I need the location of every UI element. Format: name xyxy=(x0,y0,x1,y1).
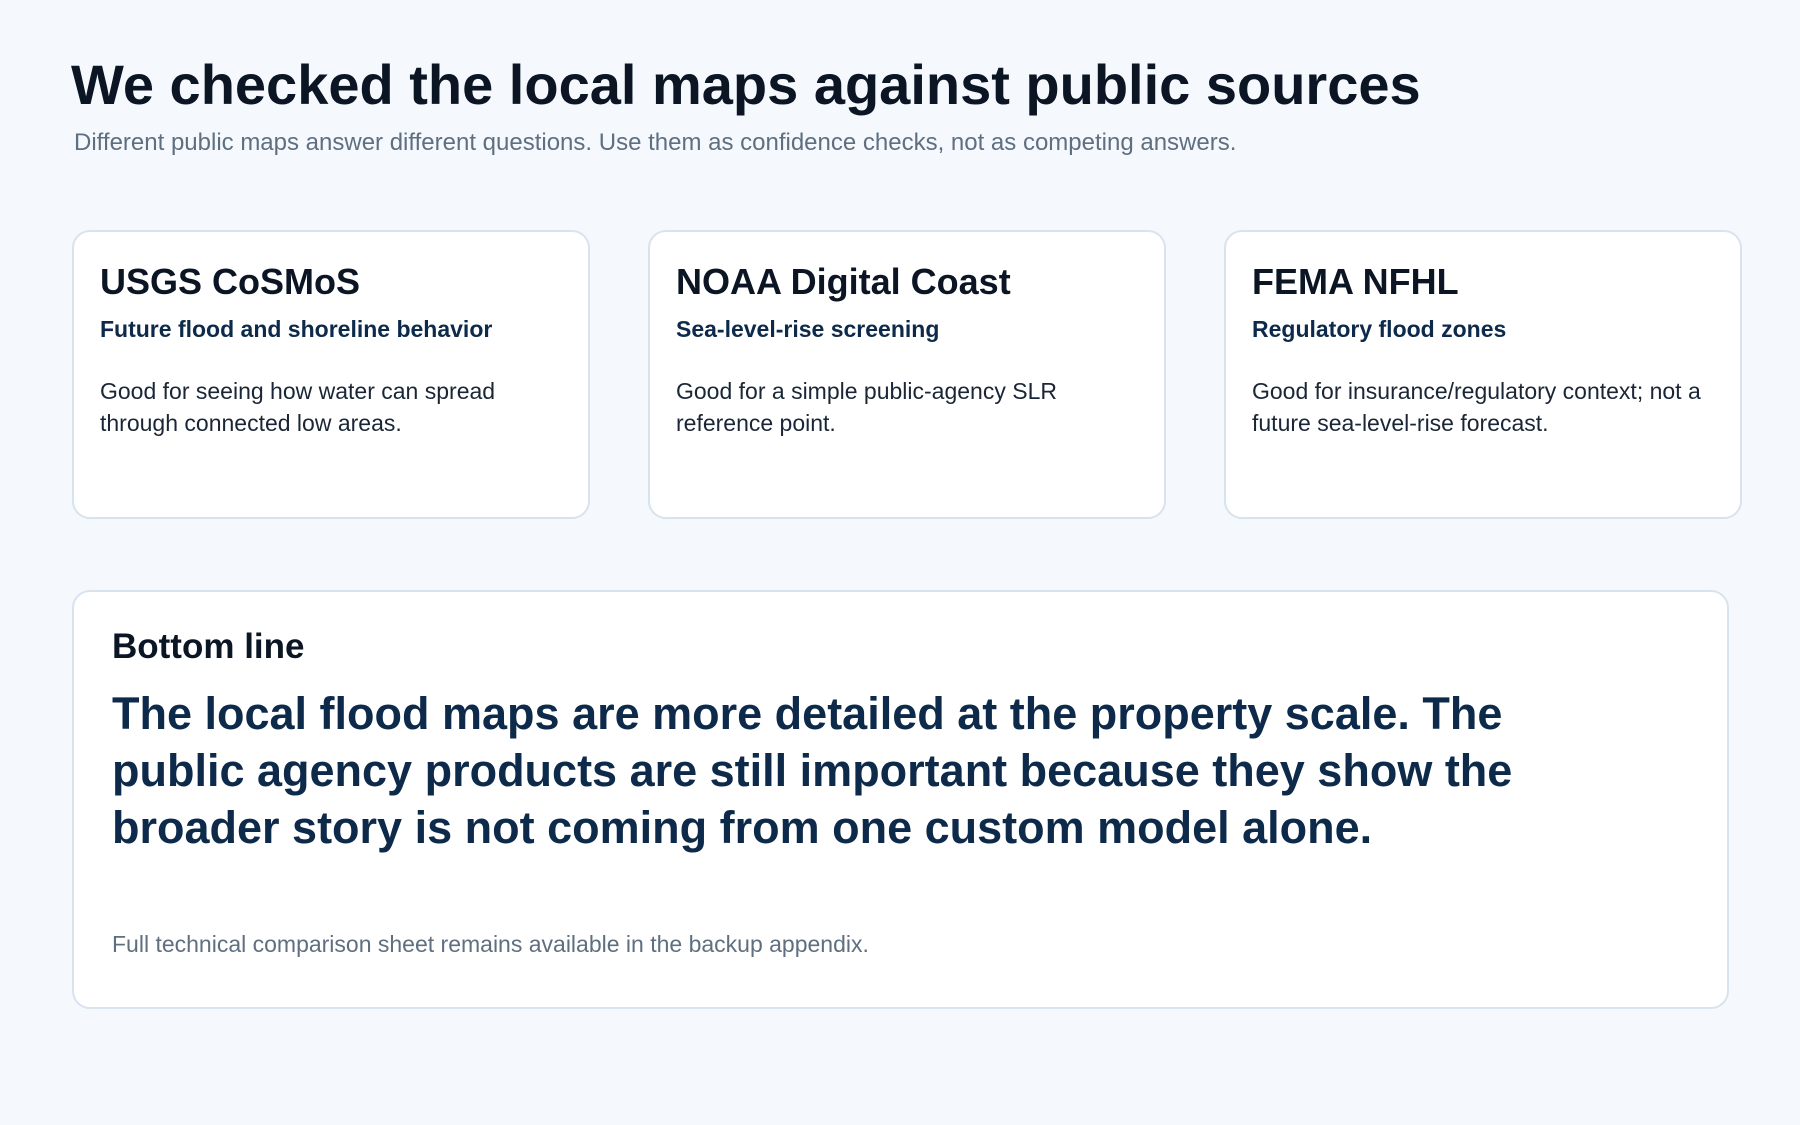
card-description: Good for insurance/regulatory context; n… xyxy=(1252,378,1701,436)
card-description: Good for a simple public-agency SLR refe… xyxy=(676,378,1057,436)
appendix-note: Full technical comparison sheet remains … xyxy=(112,931,869,957)
card-title: NOAA Digital Coast xyxy=(676,261,1011,302)
card-description: Good for seeing how water can spread thr… xyxy=(100,378,496,436)
source-card-noaa-digital-coast: NOAA Digital Coast Sea-level-rise screen… xyxy=(648,230,1166,519)
bottom-line-card: Bottom line The local flood maps are mor… xyxy=(72,590,1729,1009)
bottom-line-statement: The local flood maps are more detailed a… xyxy=(112,688,1513,853)
card-focus: Sea-level-rise screening xyxy=(676,316,940,342)
bottom-line-label: Bottom line xyxy=(112,627,305,666)
card-focus: Regulatory flood zones xyxy=(1252,316,1507,342)
card-title: FEMA NFHL xyxy=(1252,261,1459,302)
card-title: USGS CoSMoS xyxy=(100,261,361,302)
source-card-fema-nfhl: FEMA NFHL Regulatory flood zones Good fo… xyxy=(1224,230,1742,519)
card-focus: Future flood and shoreline behavior xyxy=(100,316,493,342)
page-subtitle: Different public maps answer different q… xyxy=(74,129,1237,156)
source-card-usgs-cosmos: USGS CoSMoS Future flood and shoreline b… xyxy=(72,230,590,519)
page-title: We checked the local maps against public… xyxy=(71,53,1421,116)
